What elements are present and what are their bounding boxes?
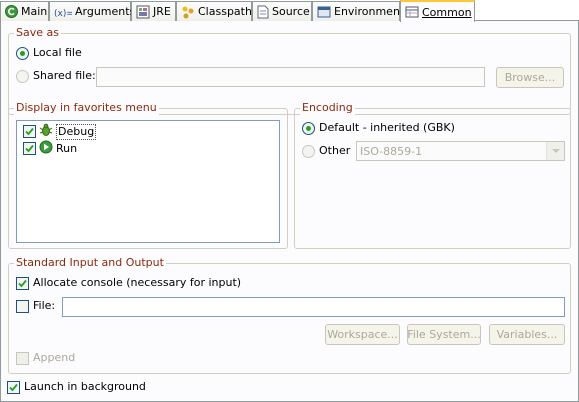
shared-file-input[interactable] bbox=[96, 67, 485, 87]
debug-checkbox[interactable] bbox=[23, 125, 36, 138]
tab-main-label: Main bbox=[21, 5, 48, 18]
debug-label: Debug bbox=[56, 123, 97, 140]
svg-text:(x)=: (x)= bbox=[54, 9, 72, 18]
jre-icon bbox=[136, 5, 150, 19]
encoding-other-label: Other bbox=[319, 144, 351, 157]
shared-file-radio[interactable] bbox=[16, 69, 29, 83]
tab-classpath-label: Classpath bbox=[198, 5, 252, 18]
favorites-title: Display in favorites menu bbox=[14, 101, 159, 115]
tab-common[interactable]: Common bbox=[400, 0, 475, 22]
main-tab-icon bbox=[5, 5, 18, 19]
file-output-label: File: bbox=[33, 299, 56, 312]
local-file-label: Local file bbox=[33, 46, 82, 59]
file-output-input[interactable] bbox=[62, 297, 565, 317]
classpath-icon bbox=[181, 5, 195, 19]
append-checkbox[interactable] bbox=[16, 351, 29, 365]
file-system-button[interactable]: File System... bbox=[407, 324, 481, 345]
encoding-group: Encoding Default - inherited (GBK) Other… bbox=[294, 101, 571, 249]
source-icon bbox=[257, 5, 269, 19]
local-file-option[interactable]: Local file bbox=[16, 46, 82, 60]
file-output-option[interactable]: File: bbox=[16, 299, 55, 313]
run-label: Run bbox=[56, 141, 78, 155]
launch-background-label: Launch in background bbox=[24, 380, 146, 393]
shared-file-option[interactable]: Shared file: bbox=[16, 69, 96, 83]
allocate-console-label: Allocate console (necessary for input) bbox=[33, 276, 242, 289]
allocate-console-checkbox[interactable] bbox=[16, 276, 29, 290]
file-output-checkbox[interactable] bbox=[16, 299, 29, 313]
tab-arguments[interactable]: (x)= Arguments bbox=[49, 1, 135, 21]
run-icon bbox=[39, 140, 53, 157]
encoding-title: Encoding bbox=[300, 101, 355, 115]
common-tab-panel: Save as Local file Shared file: Browse..… bbox=[0, 21, 579, 402]
launch-background-checkbox[interactable] bbox=[7, 380, 20, 394]
allocate-console-option[interactable]: Allocate console (necessary for input) bbox=[16, 276, 241, 290]
favorites-item-debug[interactable]: Debug bbox=[23, 123, 97, 140]
tab-main[interactable]: Main bbox=[0, 1, 49, 21]
encoding-default-label: Default - inherited (GBK) bbox=[319, 121, 455, 134]
tab-jre-label: JRE bbox=[153, 5, 171, 18]
append-option[interactable]: Append bbox=[16, 351, 75, 365]
tab-source-label: Source bbox=[272, 5, 310, 18]
encoding-other-radio[interactable] bbox=[302, 144, 315, 158]
environment-icon bbox=[317, 5, 331, 19]
save-as-title: Save as bbox=[14, 26, 61, 40]
favorites-list: Debug Run bbox=[16, 120, 280, 243]
workspace-button[interactable]: Workspace... bbox=[325, 324, 400, 345]
run-checkbox[interactable] bbox=[23, 142, 36, 155]
launch-config-tabs: Main (x)= Arguments JRE Classpath Source… bbox=[0, 0, 579, 22]
tab-jre[interactable]: JRE bbox=[131, 1, 176, 21]
common-icon bbox=[405, 5, 419, 19]
tab-environment-label: Environment bbox=[334, 5, 405, 18]
shared-file-label: Shared file: bbox=[33, 69, 96, 82]
std-io-title: Standard Input and Output bbox=[14, 256, 166, 270]
tab-arguments-label: Arguments bbox=[75, 5, 136, 18]
std-io-group: Standard Input and Output Allocate conso… bbox=[8, 256, 571, 374]
favorites-group: Display in favorites menu Debug Run bbox=[8, 101, 288, 249]
launch-background-option[interactable]: Launch in background bbox=[7, 380, 146, 394]
arguments-icon: (x)= bbox=[54, 5, 72, 19]
tab-classpath[interactable]: Classpath bbox=[176, 1, 252, 21]
tab-source[interactable]: Source bbox=[252, 1, 312, 21]
tab-environment[interactable]: Environment bbox=[312, 1, 404, 21]
chevron-down-icon[interactable] bbox=[546, 142, 564, 160]
append-label: Append bbox=[33, 351, 76, 364]
debug-icon bbox=[39, 123, 53, 140]
encoding-default-option[interactable]: Default - inherited (GBK) bbox=[302, 121, 455, 135]
encoding-other-option[interactable]: Other bbox=[302, 144, 350, 158]
variables-button[interactable]: Variables... bbox=[489, 324, 565, 345]
local-file-radio[interactable] bbox=[16, 46, 29, 60]
browse-button[interactable]: Browse... bbox=[496, 67, 564, 88]
encoding-other-select[interactable]: ISO-8859-1 bbox=[356, 141, 565, 161]
tab-common-label: Common bbox=[422, 5, 472, 19]
encoding-default-radio[interactable] bbox=[302, 121, 315, 135]
favorites-item-run[interactable]: Run bbox=[23, 140, 77, 157]
encoding-other-value: ISO-8859-1 bbox=[360, 144, 423, 158]
